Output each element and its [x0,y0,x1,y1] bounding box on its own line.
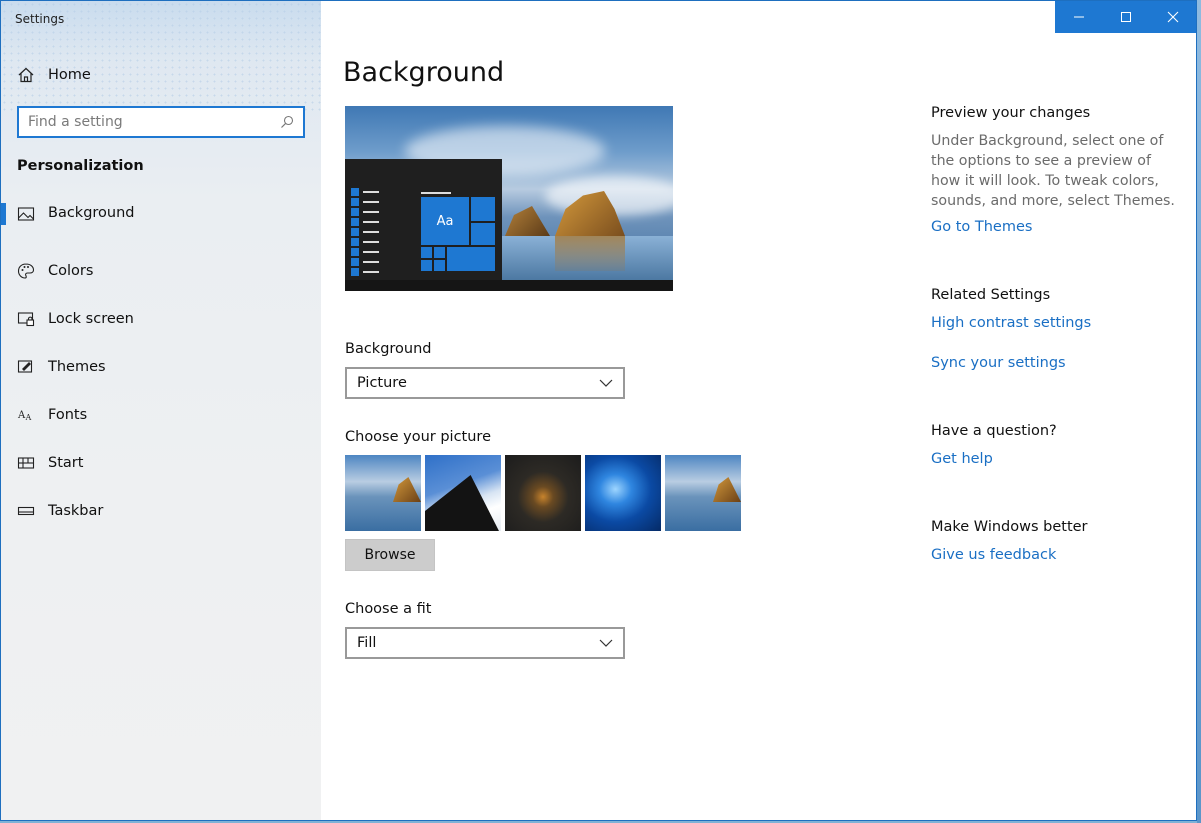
browse-button[interactable]: Browse [345,539,435,571]
sidebar-item-label: Taskbar [48,503,104,519]
high-contrast-link[interactable]: High contrast settings [931,315,1091,331]
home-link[interactable]: Home [17,65,91,85]
picture-thumbnail[interactable] [345,455,421,531]
sync-settings-link[interactable]: Sync your settings [931,355,1066,371]
background-label: Background [345,341,432,357]
background-dropdown[interactable]: Picture [345,367,625,399]
maximize-icon [1120,12,1131,22]
search-icon[interactable] [280,115,294,129]
fit-label: Choose a fit [345,601,432,617]
question-heading: Have a question? [931,423,1057,439]
page-title: Background [343,57,505,88]
sidebar-nav: Background Colors Lock screen Themes A A… [1,199,321,535]
sidebar-item-label: Start [48,455,84,471]
title-bar-controls [1055,1,1196,33]
sidebar-item-background[interactable]: Background [1,199,321,247]
background-preview: Aa [345,106,673,291]
search-input[interactable] [19,108,280,136]
maximize-button[interactable] [1102,1,1149,33]
picture-thumbnail[interactable] [585,455,661,531]
preview-rock [505,206,550,236]
sidebar-item-taskbar[interactable]: Taskbar [1,487,321,535]
preview-tile-text: Aa [421,197,469,245]
preview-description: Under Background, select one of the opti… [931,133,1175,209]
sidebar: Settings Home Personalization Background [1,1,321,820]
svg-text:A: A [25,413,32,422]
picture-thumbnail[interactable] [505,455,581,531]
palette-icon [17,262,35,280]
app-title: Settings [15,12,65,26]
get-help-link[interactable]: Get help [931,451,993,467]
preview-start-menu: Aa [345,159,502,291]
sidebar-item-colors[interactable]: Colors [1,247,321,295]
background-dropdown-value: Picture [357,375,407,391]
sidebar-item-lock-screen[interactable]: Lock screen [1,295,321,343]
preview-reflection [555,236,625,271]
sidebar-item-label: Colors [48,263,94,279]
chevron-down-icon [599,639,613,647]
sidebar-item-label: Lock screen [48,311,134,327]
sidebar-item-label: Fonts [48,407,88,423]
picture-icon [17,205,35,223]
sidebar-item-themes[interactable]: Themes [1,343,321,391]
picture-thumbnail[interactable] [665,455,741,531]
fonts-icon: AA [17,406,35,424]
lock-screen-icon [17,310,35,328]
picture-thumbnails [345,455,745,531]
feedback-link[interactable]: Give us feedback [931,547,1056,563]
chevron-down-icon [599,379,613,387]
close-icon [1167,11,1178,23]
main-content: Background Aa Background Picture Choose … [321,1,901,820]
search-box[interactable] [17,106,305,138]
fit-dropdown[interactable]: Fill [345,627,625,659]
sidebar-item-label: Background [48,205,135,221]
go-to-themes-link[interactable]: Go to Themes [931,219,1032,235]
settings-window: Settings Home Personalization Background [0,0,1197,821]
sidebar-item-start[interactable]: Start [1,439,321,487]
taskbar-icon [17,502,35,520]
fit-dropdown-value: Fill [357,635,377,651]
preview-tiles: Aa [421,192,495,276]
home-label: Home [48,67,91,83]
sidebar-item-fonts[interactable]: AA Fonts [1,391,321,439]
brush-icon [17,358,35,376]
preview-heading: Preview your changes [931,105,1091,121]
close-button[interactable] [1149,1,1196,33]
minimize-button[interactable] [1055,1,1102,33]
minimize-icon [1073,16,1084,18]
picture-thumbnail[interactable] [425,455,501,531]
desktop-background-edge [1197,0,1201,823]
start-icon [17,454,35,472]
section-title: Personalization [17,158,144,174]
choose-picture-label: Choose your picture [345,429,491,445]
sidebar-item-label: Themes [48,359,106,375]
home-icon [18,67,34,83]
preview-taskbar [345,280,673,291]
make-windows-better-heading: Make Windows better [931,519,1088,535]
preview-app-list [351,187,379,277]
related-settings-heading: Related Settings [931,287,1051,303]
